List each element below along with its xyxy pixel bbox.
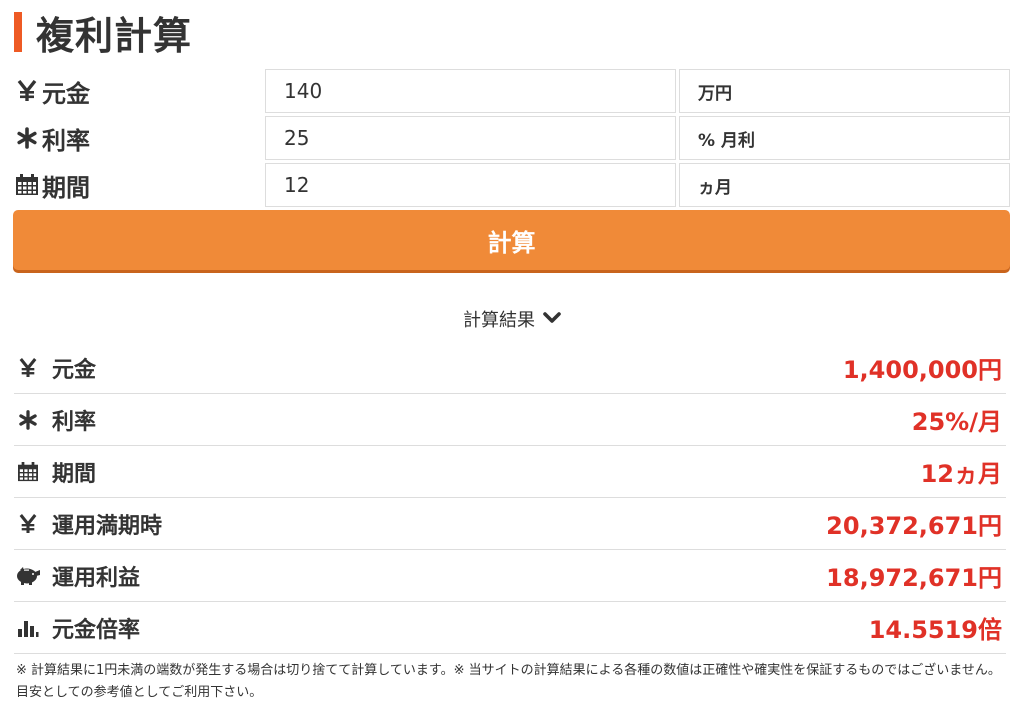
period-input[interactable] (265, 163, 676, 207)
page-header: 複利計算 (14, 8, 192, 58)
result-label-text: 運用満期時 (52, 513, 163, 539)
period-label-text: 期間 (42, 173, 90, 202)
result-value: 12ヵ月 (920, 460, 1002, 488)
result-row-principal: 元金 1,400,000円 (14, 342, 1006, 394)
result-label-text: 期間 (52, 461, 97, 487)
chevron-down-icon (543, 309, 561, 330)
disclaimer-note: ※ 計算結果に1円未満の端数が発生する場合は切り捨てて計算しています。※ 当サイ… (16, 663, 1001, 700)
result-row-multiplier: 元金倍率 14.5519倍 (14, 602, 1006, 654)
result-label-text: 元金 (52, 357, 97, 383)
result-value: 18,972,671円 (826, 564, 1002, 592)
result-label-text: 利率 (52, 409, 97, 435)
principal-label: 元金 (14, 69, 90, 113)
result-profit-label: 運用利益 (14, 560, 140, 592)
calculate-button[interactable]: 計算 (13, 210, 1010, 270)
rate-input[interactable] (265, 116, 676, 160)
result-rate-label: 利率 (14, 404, 96, 436)
rate-unit: % 月利 (679, 116, 1010, 160)
result-label-text: 元金倍率 (52, 617, 141, 643)
principal-unit: 万円 (679, 69, 1010, 113)
result-value: 14.5519倍 (868, 616, 1002, 644)
result-maturity-label: 運用満期時 (14, 508, 162, 540)
result-value: 20,372,671円 (826, 512, 1002, 540)
form-row-rate: 利率 % 月利 (14, 116, 1010, 160)
bar-chart-icon (14, 618, 42, 638)
page-title: 複利計算 (36, 13, 193, 58)
principal-label-text: 元金 (42, 79, 90, 108)
result-row-period: 期間 12ヵ月 (14, 446, 1006, 498)
rate-label-text: 利率 (42, 126, 90, 155)
results-toggle[interactable]: 計算結果 (0, 306, 1024, 332)
asterisk-icon (14, 127, 40, 149)
results-heading: 計算結果 (463, 310, 535, 331)
result-period-label: 期間 (14, 456, 96, 488)
calendar-icon (14, 461, 42, 482)
yen-icon (14, 80, 40, 102)
form-row-principal: 元金 万円 (14, 69, 1010, 113)
rate-label: 利率 (14, 116, 90, 160)
result-row-profit: 運用利益 18,972,671円 (14, 550, 1006, 602)
result-value: 1,400,000円 (842, 356, 1002, 384)
result-row-maturity: 運用満期時 20,372,671円 (14, 498, 1006, 550)
period-label: 期間 (14, 163, 90, 207)
principal-input[interactable] (265, 69, 676, 113)
asterisk-icon (14, 409, 42, 430)
yen-icon (14, 357, 42, 378)
result-value: 25%/月 (911, 408, 1002, 436)
piggy-bank-icon (14, 566, 42, 586)
yen-icon (14, 513, 42, 534)
result-principal-label: 元金 (14, 352, 96, 384)
calendar-icon (14, 174, 40, 196)
result-row-rate: 利率 25%/月 (14, 394, 1006, 446)
result-multiplier-label: 元金倍率 (14, 612, 140, 644)
period-unit: ヵ月 (679, 163, 1010, 207)
form-row-period: 期間 ヵ月 (14, 163, 1010, 207)
result-label-text: 運用利益 (52, 565, 141, 591)
title-accent-bar (14, 12, 22, 52)
